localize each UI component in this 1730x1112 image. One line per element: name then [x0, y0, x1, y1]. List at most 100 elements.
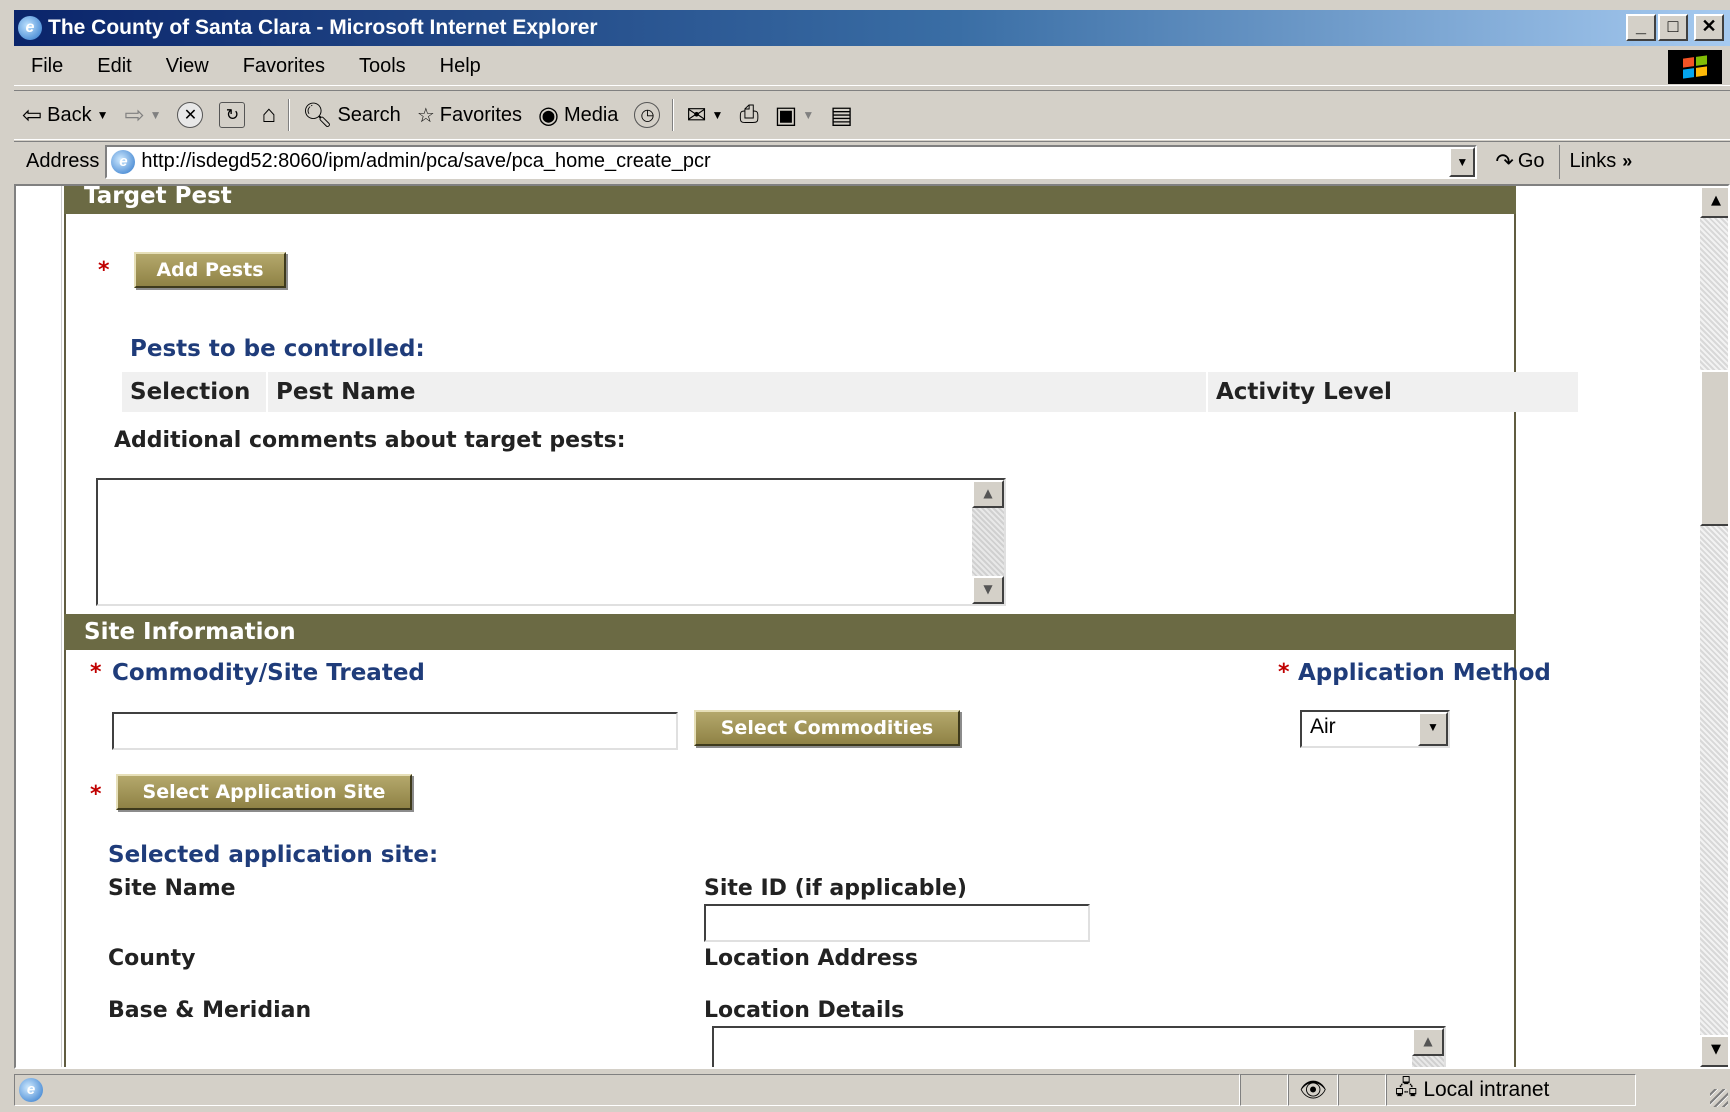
- mail-icon: ✉: [686, 101, 707, 129]
- required-marker: *: [90, 660, 102, 685]
- menu-view[interactable]: View: [149, 55, 226, 78]
- target-pest-comments-textarea[interactable]: ▲ ▼: [96, 478, 1006, 606]
- required-marker: *: [90, 782, 102, 807]
- minimize-button[interactable]: _: [1626, 14, 1656, 41]
- search-button[interactable]: 🔍︎ Search: [294, 101, 409, 130]
- standard-toolbar: ⇦ Back ▼ ⇨ ▼ ✕ ↻ ⌂ 🔍︎ Search ☆ Favorites…: [14, 90, 1730, 140]
- menu-tools[interactable]: Tools: [342, 55, 423, 78]
- privacy-icon[interactable]: 👁︎: [1288, 1074, 1338, 1106]
- address-dropdown-icon[interactable]: ▼: [1449, 146, 1476, 177]
- favorites-button[interactable]: ☆ Favorites: [409, 103, 530, 128]
- go-label: Go: [1517, 150, 1545, 172]
- pests-to-be-controlled-label: Pests to be controlled:: [130, 336, 425, 362]
- location-details-label: Location Details: [704, 998, 905, 1023]
- refresh-icon: ↻: [219, 102, 246, 128]
- selected-application-site-label: Selected application site:: [108, 842, 439, 868]
- menu-file[interactable]: File: [14, 55, 80, 78]
- links-toolbar[interactable]: Links »: [1558, 144, 1632, 179]
- intranet-icon: 🖧︎: [1395, 1077, 1418, 1099]
- chevron-down-icon[interactable]: ▼: [802, 108, 814, 122]
- status-bar: e 👁︎ 🖧︎ Local intranet: [14, 1071, 1730, 1109]
- menu-favorites[interactable]: Favorites: [226, 55, 342, 78]
- go-button[interactable]: ↷ Go: [1477, 149, 1558, 175]
- toolbar-separator: [672, 99, 675, 131]
- address-url[interactable]: http://isdegd52:8060/ipm/admin/pca/save/…: [141, 150, 710, 173]
- add-pests-button[interactable]: Add Pests: [134, 252, 286, 288]
- search-icon: 🔍︎: [301, 101, 333, 129]
- application-method-label: Application Method: [1298, 660, 1551, 686]
- menu-help[interactable]: Help: [423, 55, 498, 78]
- edit-button[interactable]: ▣ ▼: [767, 101, 823, 130]
- media-icon: ◉: [538, 101, 559, 129]
- status-text-area: e: [14, 1074, 1240, 1106]
- scroll-up-icon[interactable]: ▲: [972, 480, 1004, 508]
- address-input[interactable]: e http://isdegd52:8060/ipm/admin/pca/sav…: [105, 144, 1478, 179]
- chevron-down-icon[interactable]: ▼: [1418, 712, 1448, 746]
- go-arrow-icon: ↷: [1495, 148, 1514, 174]
- chevron-down-icon[interactable]: ▼: [150, 108, 162, 122]
- discuss-icon: ▤: [830, 101, 853, 129]
- back-label: Back: [47, 103, 92, 126]
- window-controls: _ □ ✕: [1626, 14, 1724, 41]
- print-icon: ⎙: [739, 101, 759, 128]
- commodity-site-treated-label: Commodity/Site Treated: [112, 660, 425, 686]
- select-application-site-button[interactable]: Select Application Site: [116, 774, 412, 810]
- required-marker: *: [1278, 660, 1290, 685]
- menu-bar: File Edit View Favorites Tools Help: [14, 48, 1730, 86]
- mail-button[interactable]: ✉ ▼: [678, 101, 731, 130]
- media-button[interactable]: ◉ Media: [530, 101, 626, 130]
- zone-label: Local intranet: [1423, 1078, 1550, 1101]
- pests-table-header: Selection Pest Name Activity Level: [122, 372, 1580, 412]
- page-scrollbar[interactable]: ▲ ▼: [1700, 186, 1728, 1067]
- scroll-up-icon[interactable]: ▲: [1412, 1028, 1444, 1056]
- application-method-select[interactable]: Air ▼: [1300, 710, 1450, 748]
- left-margin: [16, 186, 62, 1067]
- address-label: Address: [26, 150, 100, 172]
- media-label: Media: [563, 103, 619, 126]
- refresh-button[interactable]: ↻: [211, 102, 253, 128]
- chevron-down-icon[interactable]: ▼: [97, 108, 109, 122]
- address-bar: Address e http://isdegd52:8060/ipm/admin…: [14, 141, 1730, 181]
- county-label: County: [108, 946, 196, 971]
- column-selection: Selection: [122, 372, 266, 412]
- select-commodities-button[interactable]: Select Commodities: [694, 710, 960, 746]
- location-address-label: Location Address: [704, 946, 918, 971]
- toolbar-separator: [287, 99, 290, 131]
- resize-grip-icon[interactable]: [1710, 1089, 1728, 1107]
- page-viewport: Target Pest * Add Pests Pests to be cont…: [14, 184, 1730, 1069]
- textarea-scrollbar[interactable]: ▲ ▼: [972, 480, 1004, 604]
- chevron-down-icon[interactable]: ▼: [712, 108, 724, 122]
- commodity-input[interactable]: [112, 712, 678, 750]
- window-titlebar[interactable]: e The County of Santa Clara - Microsoft …: [14, 10, 1730, 46]
- menu-edit[interactable]: Edit: [80, 55, 148, 78]
- stop-button[interactable]: ✕: [169, 102, 211, 128]
- windows-logo-icon: [1668, 50, 1722, 84]
- scroll-down-icon[interactable]: ▼: [972, 576, 1004, 604]
- column-pest-name: Pest Name: [268, 372, 1206, 412]
- scroll-up-icon[interactable]: ▲: [1700, 186, 1728, 218]
- maximize-button[interactable]: □: [1658, 14, 1688, 41]
- forward-button[interactable]: ⇨ ▼: [116, 101, 169, 130]
- page-status-icon: e: [19, 1078, 43, 1102]
- print-button[interactable]: ⎙: [731, 101, 766, 129]
- application-method-value: Air: [1310, 715, 1336, 738]
- close-button[interactable]: ✕: [1694, 14, 1724, 41]
- discuss-button[interactable]: ▤: [822, 101, 861, 130]
- security-zone[interactable]: 🖧︎ Local intranet: [1386, 1074, 1636, 1106]
- ie-icon: e: [18, 16, 42, 40]
- window-title: The County of Santa Clara - Microsoft In…: [48, 16, 598, 39]
- home-icon: ⌂: [261, 101, 276, 128]
- history-button[interactable]: ◷: [626, 102, 668, 128]
- site-id-label: Site ID (if applicable): [704, 876, 967, 901]
- additional-comments-label: Additional comments about target pests:: [114, 428, 626, 453]
- scrollbar-thumb[interactable]: [1700, 370, 1728, 526]
- textarea-scrollbar[interactable]: ▲: [1412, 1028, 1444, 1067]
- scroll-down-icon[interactable]: ▼: [1700, 1035, 1728, 1067]
- chevron-right-icon[interactable]: »: [1622, 151, 1632, 172]
- back-button[interactable]: ⇦ Back ▼: [14, 101, 116, 130]
- site-information-header: Site Information: [64, 614, 1516, 650]
- site-id-input[interactable]: [704, 904, 1090, 942]
- required-marker: *: [98, 258, 110, 283]
- home-button[interactable]: ⌂: [253, 101, 284, 129]
- location-details-textarea[interactable]: ▲: [712, 1026, 1446, 1067]
